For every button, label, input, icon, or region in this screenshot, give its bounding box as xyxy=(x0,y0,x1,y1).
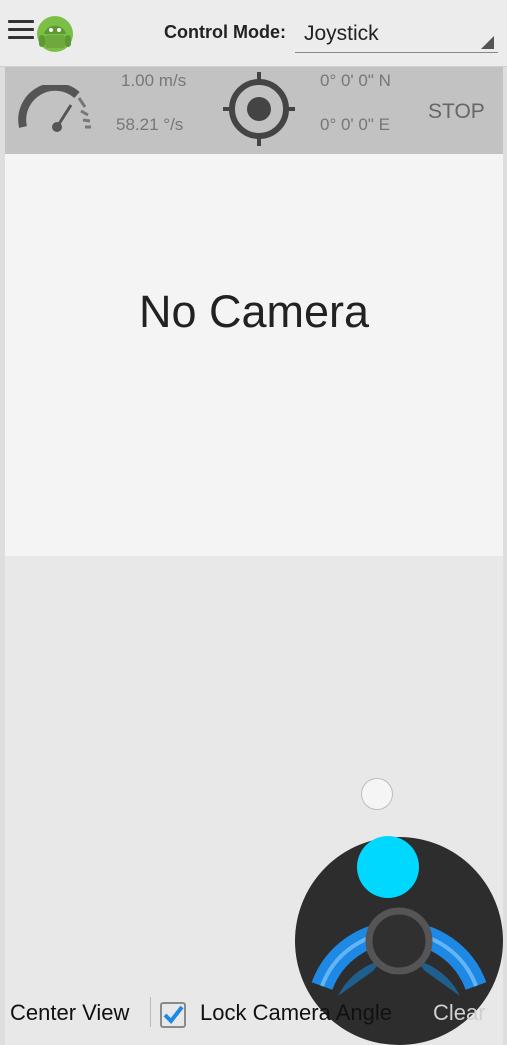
camera-view: No Camera xyxy=(5,154,503,556)
menu-icon[interactable] xyxy=(8,20,34,42)
longitude-readout: 0° 0' 0" E xyxy=(320,115,390,134)
lock-camera-label: Lock Camera Angle xyxy=(200,1000,392,1025)
status-bar: 1.00 m/s 58.21 °/s 0° 0' 0" N 0° 0' 0" E… xyxy=(5,67,503,154)
clear-button[interactable]: Clear xyxy=(433,1000,486,1026)
center-view-button[interactable]: Center View xyxy=(10,1000,129,1026)
latitude-readout: 0° 0' 0" N xyxy=(320,71,391,90)
checkbox-checked-icon[interactable] xyxy=(160,1002,186,1028)
control-mode-label: Control Mode: xyxy=(164,22,286,42)
dropdown-arrow-icon xyxy=(481,36,494,49)
crosshair-target-icon xyxy=(223,72,295,146)
android-robot-icon xyxy=(37,16,73,52)
app-bar: Control Mode: Joystick xyxy=(0,0,507,67)
rotation-readout: 58.21 °/s xyxy=(116,115,184,134)
camera-status-text: No Camera xyxy=(138,286,370,337)
stop-button[interactable]: STOP xyxy=(428,100,485,124)
speedometer-icon xyxy=(18,85,91,132)
divider xyxy=(150,997,151,1027)
control-mode-value: Joystick xyxy=(304,22,379,45)
camera-angle-handle[interactable] xyxy=(361,778,393,810)
bottom-controls: Center View Lock Camera Angle Clear xyxy=(0,996,507,1036)
control-mode-select[interactable]: Joystick xyxy=(295,12,498,53)
speed-readout: 1.00 m/s xyxy=(121,71,187,90)
